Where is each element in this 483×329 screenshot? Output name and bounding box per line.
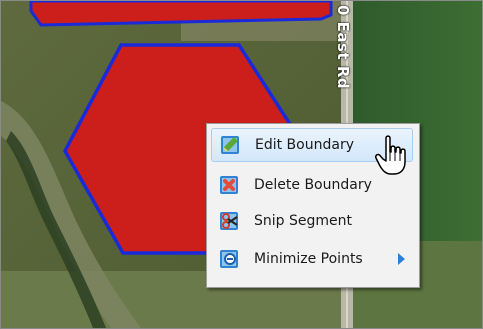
hand-pointer-icon [375, 135, 406, 175]
edit-boundary-icon [221, 136, 239, 154]
menu-item-label: Snip Segment [254, 213, 352, 229]
road-label: 0 East Rd [334, 5, 352, 90]
menu-item-minimize-points[interactable]: Minimize Points [211, 242, 413, 276]
minimize-points-icon [220, 250, 238, 268]
delete-boundary-icon [220, 176, 238, 194]
menu-item-snip-segment[interactable]: Snip Segment [211, 204, 413, 238]
snip-segment-icon [220, 212, 238, 230]
menu-item-label: Minimize Points [254, 251, 363, 267]
menu-item-label: Edit Boundary [255, 137, 354, 153]
map-viewport[interactable]: 0 East Rd Edit Boundary Delete Boundary [0, 0, 483, 329]
menu-item-label: Delete Boundary [254, 177, 372, 193]
submenu-arrow-icon [398, 253, 405, 265]
